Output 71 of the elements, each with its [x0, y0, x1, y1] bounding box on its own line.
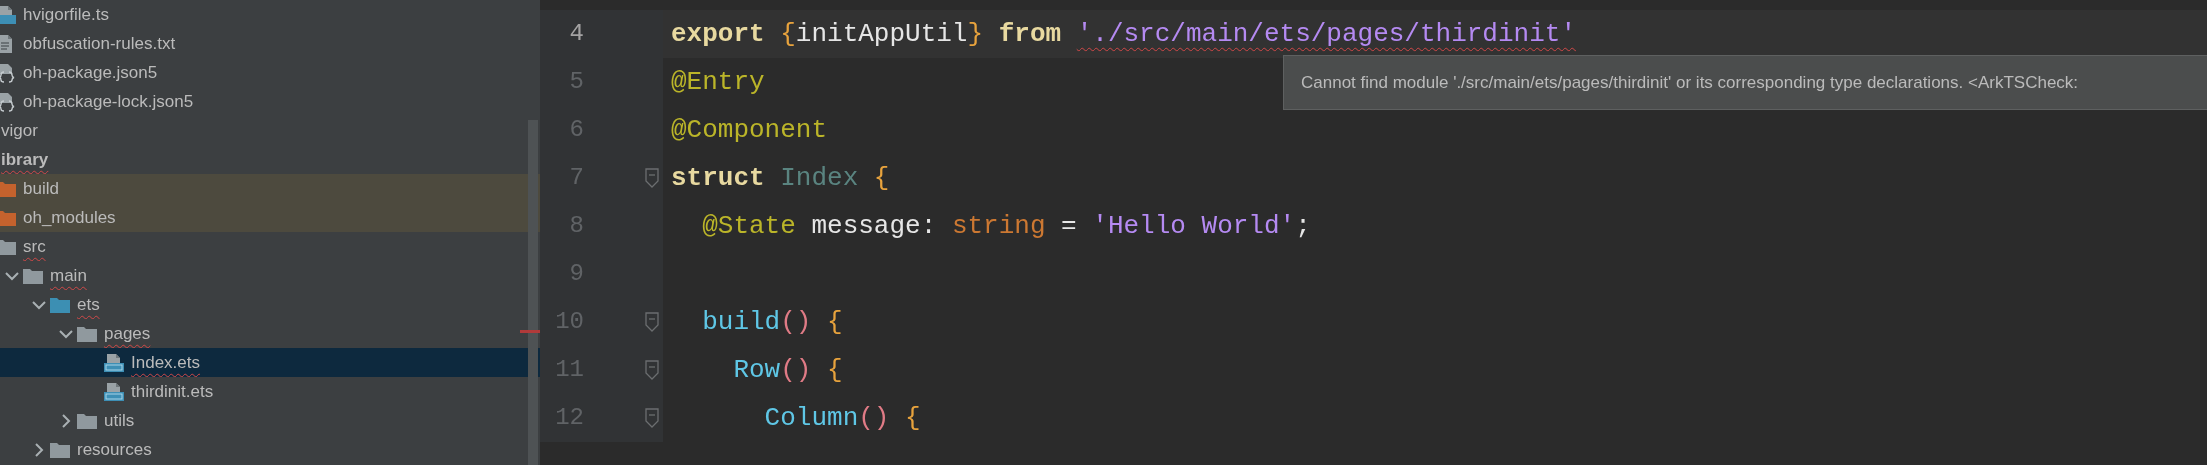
tree-item-label[interactable]: hvigorfile.ts — [23, 3, 109, 26]
json-file-icon — [0, 91, 17, 112]
tree-item-label[interactable]: main — [50, 264, 87, 287]
tree-item-label[interactable]: oh-package-lock.json5 — [23, 90, 194, 113]
scrollbar-thumb[interactable] — [528, 120, 538, 465]
error-stripe-mark — [520, 330, 540, 333]
code-token: () — [780, 353, 812, 387]
tree-item-label[interactable]: oh_modules — [23, 206, 116, 229]
code-token: { — [904, 401, 921, 435]
code-token: struct — [671, 161, 766, 195]
selected-tree-row[interactable]: Index.ets — [0, 348, 540, 377]
code-token: string — [951, 209, 1047, 243]
tree-item-label[interactable]: utils — [104, 409, 135, 432]
tree-item-label[interactable]: src — [23, 235, 46, 258]
tree-item-label[interactable]: vigor — [1, 119, 38, 142]
json-file-icon — [0, 62, 17, 83]
code-token: { — [873, 161, 890, 195]
chevron-right-icon[interactable] — [60, 413, 71, 428]
code-token: Index — [780, 161, 860, 195]
folder-icon — [49, 295, 71, 314]
code-token: ; — [1295, 209, 1311, 243]
excluded-tree-row[interactable]: oh_modules — [0, 203, 540, 232]
code-token: build — [701, 305, 781, 339]
code-token: { — [780, 17, 796, 51]
ets-file-icon — [103, 352, 125, 373]
tree-item-label[interactable]: resources — [77, 438, 152, 461]
code-token: } — [967, 17, 985, 51]
tree-item-label[interactable]: ets — [77, 293, 100, 316]
chevron-down-icon[interactable] — [58, 328, 73, 339]
code-token: Row — [732, 353, 781, 387]
code-token: { — [826, 353, 843, 387]
code-token: () — [858, 401, 890, 435]
ets-file-icon — [103, 381, 125, 402]
line-number: 4 — [568, 19, 584, 49]
chevron-down-icon[interactable] — [31, 299, 46, 310]
code-token: { — [826, 305, 843, 339]
tree-item-label[interactable]: oh-package.json5 — [23, 61, 158, 84]
code-token: './src/main/ets/pages/thirdinit' — [1076, 17, 1576, 51]
folder-icon — [0, 237, 17, 256]
code-token: from — [998, 17, 1063, 51]
code-token: @Component — [671, 113, 828, 147]
code-token: = — [1061, 209, 1078, 243]
folder-icon — [22, 266, 44, 285]
folder-icon — [0, 179, 17, 198]
folder-icon — [49, 440, 71, 459]
folder-icon — [0, 208, 17, 227]
tree-item-label[interactable]: build — [23, 177, 59, 200]
code-token: @State — [701, 209, 797, 243]
chevron-down-icon[interactable] — [4, 270, 19, 281]
tree-item-label[interactable]: pages — [104, 322, 151, 345]
excluded-tree-row[interactable]: build — [0, 174, 540, 203]
folder-icon — [76, 324, 98, 343]
fold-icon[interactable] — [645, 360, 659, 380]
error-tooltip: Cannot find module './src/main/ets/pages/thirdinit' or its corresponding type declarations. <ArkTSCheck: — [1283, 55, 2207, 110]
code-token: export — [671, 17, 766, 51]
code-token: 'Hello World' — [1092, 209, 1296, 243]
fold-icon[interactable] — [645, 408, 659, 428]
code-token: () — [780, 305, 812, 339]
tree-item-label[interactable]: obfuscation-rules.txt — [23, 32, 176, 55]
typescript-file-icon — [0, 4, 17, 25]
folder-icon — [76, 411, 98, 430]
tree-item-label[interactable]: thirdinit.ets — [131, 380, 214, 403]
tree-item-label[interactable]: ibrary — [1, 148, 49, 171]
code-token: initAppUtil — [795, 17, 968, 51]
code-token: Column — [763, 401, 859, 435]
fold-icon[interactable] — [645, 312, 659, 332]
code-token: @Entry — [671, 65, 765, 99]
tree-item-label[interactable]: Index.ets — [131, 351, 200, 374]
fold-icon[interactable] — [645, 168, 659, 188]
chevron-right-icon[interactable] — [33, 442, 44, 457]
code-token: message: — [811, 209, 938, 243]
